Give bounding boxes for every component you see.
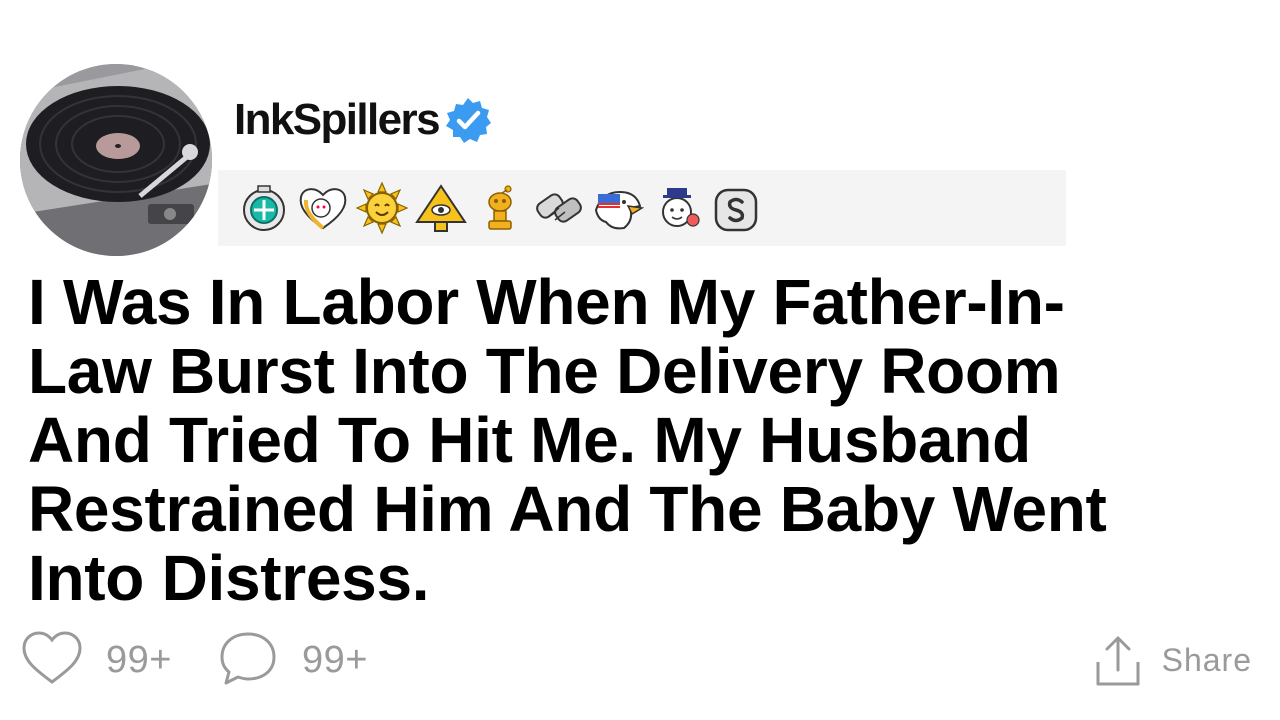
- gold-award-icon[interactable]: [472, 180, 528, 236]
- like-count: 99+: [106, 638, 172, 681]
- share-label: Share: [1161, 641, 1252, 678]
- hugz-award-icon[interactable]: [649, 180, 705, 236]
- author-row: InkSpillers: [234, 92, 493, 148]
- post-title: I Was In Labor When My Father-In-Law Bur…: [28, 266, 1107, 614]
- all-seeing-upvote-award-icon[interactable]: [413, 180, 469, 236]
- heart-icon[interactable]: [20, 628, 84, 692]
- share-icon: [1096, 636, 1140, 686]
- sun-award-icon[interactable]: [354, 180, 410, 236]
- post-card: InkSpillers I Was In Labor When My Fathe…: [0, 0, 1280, 720]
- silver-award-icon[interactable]: [708, 180, 764, 236]
- share-button[interactable]: Share: [1094, 628, 1252, 692]
- eagle-award-icon[interactable]: [590, 180, 646, 236]
- post-actions: 99+ 99+ Share: [0, 628, 1280, 692]
- handshake-award-icon[interactable]: [531, 180, 587, 236]
- like-action[interactable]: 99+: [20, 628, 172, 692]
- avatar[interactable]: [20, 64, 212, 256]
- comment-action[interactable]: 99+: [216, 628, 368, 692]
- record-player-icon: [20, 64, 212, 256]
- verified-badge-icon: [443, 95, 493, 145]
- username[interactable]: InkSpillers: [234, 98, 441, 142]
- comment-bubble-icon[interactable]: [216, 628, 280, 692]
- helpful-award-icon[interactable]: [236, 180, 292, 236]
- awards-bar: [218, 170, 1066, 246]
- comment-count: 99+: [302, 638, 368, 681]
- wholesome-award-icon[interactable]: [295, 180, 351, 236]
